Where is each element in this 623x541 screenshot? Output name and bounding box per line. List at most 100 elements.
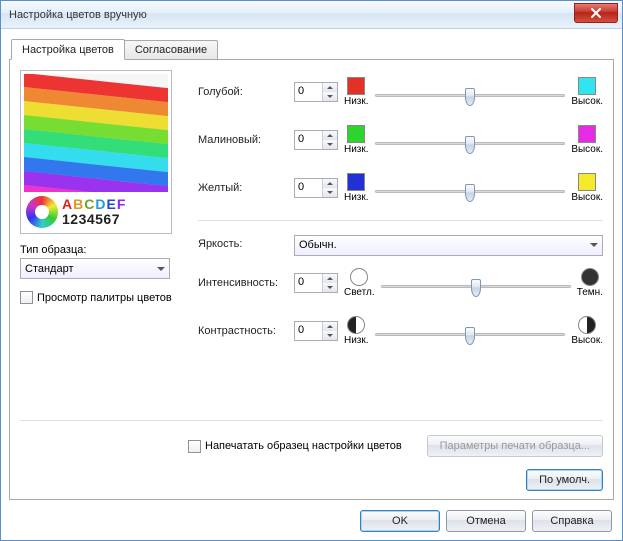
cancel-button[interactable]: Отмена — [446, 510, 526, 532]
dialog-window: Настройка цветов вручную Настройка цвето… — [0, 0, 623, 541]
chevron-down-icon — [157, 267, 165, 271]
spin-magenta-value: 0 — [295, 131, 322, 149]
spin-up-icon[interactable] — [323, 179, 337, 188]
panel-bottom-row: Напечатать образец настройки цветов Пара… — [20, 427, 603, 461]
label-brightness: Яркость: — [198, 238, 288, 250]
scale-low: Низк. — [344, 335, 369, 346]
tab-bar: Настройка цветов Согласование — [11, 37, 614, 59]
slider-magenta[interactable] — [375, 142, 566, 145]
right-column: Голубой: 0 Низк. — [180, 70, 603, 414]
swatch-light-icon — [350, 268, 368, 286]
brightness-value: Обычн. — [299, 239, 337, 251]
slider-contrast[interactable] — [375, 333, 566, 336]
slider-thumb-icon[interactable] — [465, 136, 475, 154]
label-yellow: Желтый: — [198, 182, 288, 194]
slider-thumb-icon[interactable] — [465, 184, 475, 202]
tab-color-settings[interactable]: Настройка цветов — [11, 39, 125, 60]
row-brightness: Яркость: Обычн. — [198, 231, 603, 257]
tab-matching[interactable]: Согласование — [124, 40, 218, 59]
sample-type-combo[interactable]: Стандарт — [20, 258, 170, 279]
label-cyan: Голубой: — [198, 86, 288, 98]
palette-checkbox[interactable] — [20, 291, 33, 304]
separator — [20, 420, 603, 421]
scale-high: Высок. — [571, 192, 603, 203]
spin-down-icon[interactable] — [323, 283, 337, 292]
spin-yellow[interactable]: 0 — [294, 178, 338, 198]
swatch-high-contrast-icon — [578, 316, 596, 334]
scale-low: Низк. — [344, 96, 369, 107]
row-cyan: Голубой: 0 Низк. — [198, 70, 603, 114]
spin-down-icon[interactable] — [323, 92, 337, 101]
brightness-combo[interactable]: Обычн. — [294, 235, 603, 256]
swatch-dark-icon — [581, 268, 599, 286]
row-yellow: Желтый: 0 Низк. — [198, 166, 603, 210]
scale-light: Светл. — [344, 287, 375, 298]
slider-yellow[interactable] — [375, 190, 566, 193]
palette-checkbox-label: Просмотр палитры цветов — [37, 292, 172, 304]
spin-cyan[interactable]: 0 — [294, 82, 338, 102]
defaults-button[interactable]: По умолч. — [526, 469, 603, 491]
scale-high: Высок. — [571, 335, 603, 346]
print-params-button[interactable]: Параметры печати образца... — [427, 435, 603, 457]
separator — [198, 220, 603, 221]
spin-contrast-value: 0 — [295, 322, 322, 340]
print-sample-checkbox[interactable] — [188, 440, 201, 453]
swatch-blue-icon — [347, 173, 365, 191]
pencils-image — [24, 74, 168, 192]
spin-down-icon[interactable] — [323, 140, 337, 149]
swatch-magenta-icon — [578, 125, 596, 143]
label-intensity: Интенсивность: — [198, 277, 288, 289]
slider-thumb-icon[interactable] — [471, 279, 481, 297]
label-magenta: Малиновый: — [198, 134, 288, 146]
spin-up-icon[interactable] — [323, 322, 337, 331]
sample-type-label: Тип образца: — [20, 244, 180, 256]
ok-label: OK — [392, 515, 408, 527]
slider-intensity[interactable] — [381, 285, 571, 288]
tab-panel: ABCDEF 1234567 Тип образца: Стандарт — [9, 59, 614, 500]
sample-numbers: 1234567 — [62, 212, 126, 227]
help-label: Справка — [550, 515, 593, 527]
sample-type-value: Стандарт — [25, 263, 74, 275]
scale-high: Высок. — [571, 144, 603, 155]
swatch-low-contrast-icon — [347, 316, 365, 334]
slider-thumb-icon[interactable] — [465, 88, 475, 106]
row-contrast: Контрастность: 0 Низк. — [198, 309, 603, 353]
tab-matching-label: Согласование — [135, 44, 207, 56]
scale-low: Низк. — [344, 144, 369, 155]
spin-down-icon[interactable] — [323, 331, 337, 340]
window-title: Настройка цветов вручную — [9, 9, 574, 21]
cancel-label: Отмена — [466, 515, 505, 527]
client-area: Настройка цветов Согласование — [1, 29, 622, 540]
titlebar: Настройка цветов вручную — [1, 1, 622, 29]
row-magenta: Малиновый: 0 Низк. — [198, 118, 603, 162]
scale-high: Высок. — [571, 96, 603, 107]
spin-cyan-value: 0 — [295, 83, 322, 101]
spin-up-icon[interactable] — [323, 131, 337, 140]
spin-up-icon[interactable] — [323, 274, 337, 283]
spin-up-icon[interactable] — [323, 83, 337, 92]
spin-contrast[interactable]: 0 — [294, 321, 338, 341]
print-params-label: Параметры печати образца... — [440, 440, 590, 452]
chevron-down-icon — [590, 243, 598, 247]
sample-text-block: ABCDEF 1234567 — [24, 192, 168, 230]
close-button[interactable] — [574, 3, 618, 23]
spin-intensity-value: 0 — [295, 274, 322, 292]
spin-down-icon[interactable] — [323, 188, 337, 197]
slider-thumb-icon[interactable] — [465, 327, 475, 345]
palette-checkbox-row[interactable]: Просмотр палитры цветов — [20, 291, 180, 304]
swatch-yellow-icon — [578, 173, 596, 191]
print-sample-checkbox-row[interactable]: Напечатать образец настройки цветов — [188, 440, 402, 453]
spin-intensity[interactable]: 0 — [294, 273, 338, 293]
help-button[interactable]: Справка — [532, 510, 612, 532]
tab-color-label: Настройка цветов — [22, 44, 114, 56]
ok-button[interactable]: OK — [360, 510, 440, 532]
defaults-label: По умолч. — [539, 474, 590, 486]
slider-cyan[interactable] — [375, 94, 566, 97]
left-column: ABCDEF 1234567 Тип образца: Стандарт — [20, 70, 180, 414]
swatch-red-icon — [347, 77, 365, 95]
spin-magenta[interactable]: 0 — [294, 130, 338, 150]
swatch-cyan-icon — [578, 77, 596, 95]
color-wheel-icon — [26, 196, 58, 228]
main-area: ABCDEF 1234567 Тип образца: Стандарт — [20, 70, 603, 414]
print-sample-label: Напечатать образец настройки цветов — [205, 440, 402, 452]
